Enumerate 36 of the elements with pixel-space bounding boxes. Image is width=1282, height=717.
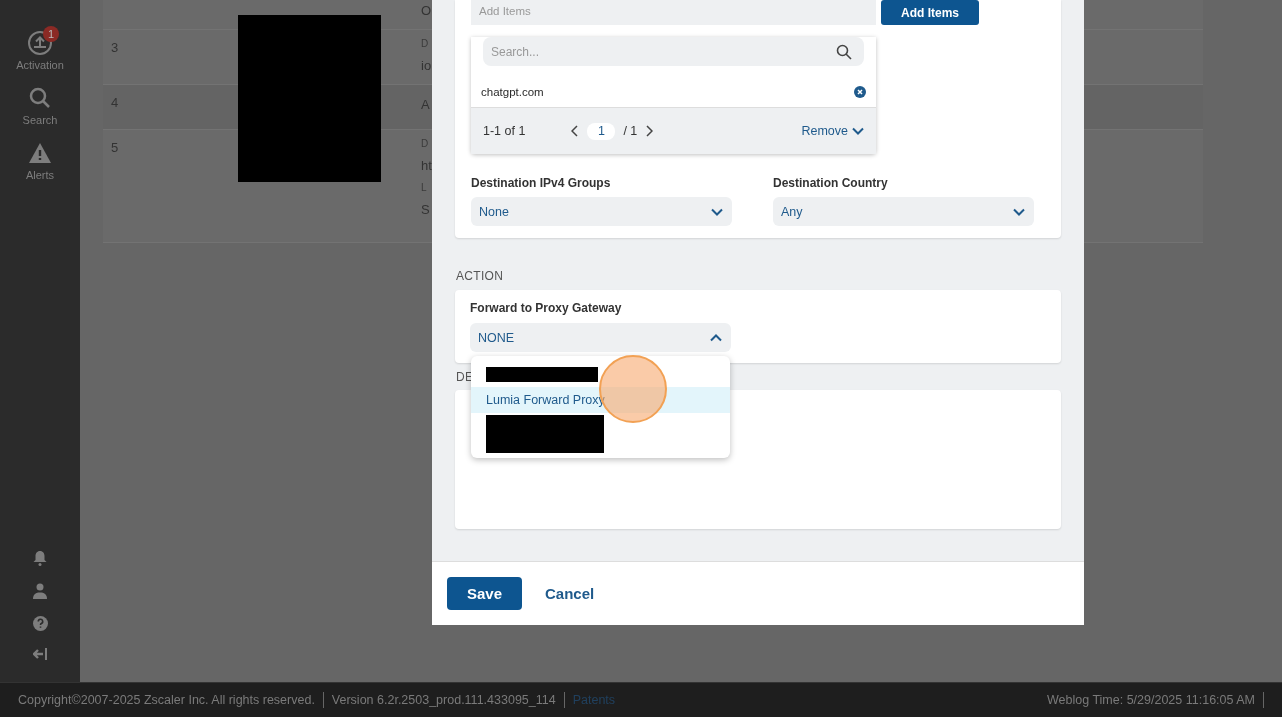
next-page-icon[interactable] xyxy=(645,125,654,137)
save-button[interactable]: Save xyxy=(447,577,522,610)
help-icon[interactable] xyxy=(32,616,48,631)
warning-icon xyxy=(28,142,52,164)
section-heading: ACTION xyxy=(456,269,504,283)
field-label: Destination IPv4 Groups xyxy=(471,176,612,190)
field-label: Forward to Proxy Gateway xyxy=(470,301,623,315)
chevron-down-icon xyxy=(852,127,864,135)
user-icon[interactable] xyxy=(33,583,47,599)
weblog-time: Weblog Time: 5/29/2025 11:16:05 AM xyxy=(1047,693,1255,707)
bell-icon[interactable] xyxy=(33,550,47,566)
sidebar-item[interactable]: Search xyxy=(5,85,75,126)
search-icon xyxy=(28,86,52,110)
chevron-down-icon xyxy=(1013,207,1025,216)
page-count: / 1 xyxy=(623,124,638,138)
sidebar-item[interactable]: Alerts xyxy=(5,140,75,181)
copyright-text: Copyright©2007-2025 Zscaler Inc. All rights reserved. xyxy=(18,693,315,707)
chevron-down-icon xyxy=(711,207,723,216)
previous-page-icon[interactable] xyxy=(571,125,580,137)
remove-icon[interactable] xyxy=(854,86,866,98)
notification-badge: 1 xyxy=(43,26,59,42)
select-field[interactable]: None xyxy=(471,197,732,226)
remove-menu[interactable]: Remove xyxy=(801,124,864,138)
item-label: chatgpt.com xyxy=(481,86,544,98)
select-field[interactable]: Any xyxy=(773,197,1034,226)
chevron-up-icon xyxy=(710,333,722,342)
select-field[interactable]: NONE xyxy=(470,323,731,352)
add-items-button[interactable]: Add Items xyxy=(881,0,979,25)
upload-icon xyxy=(27,30,53,56)
search-icon xyxy=(836,43,852,60)
version-text: Version 6.2r.2503_prod.111.433095_114 xyxy=(331,693,556,707)
field-label: Destination Country xyxy=(773,176,889,190)
page-field[interactable]: 1 xyxy=(587,122,616,140)
collapse-icon[interactable] xyxy=(33,648,47,660)
range-text: 1-1 of 1 xyxy=(483,124,526,138)
cancel-link[interactable]: Cancel xyxy=(545,585,595,602)
